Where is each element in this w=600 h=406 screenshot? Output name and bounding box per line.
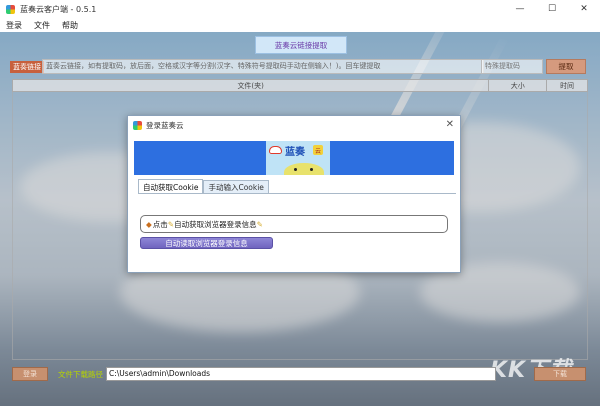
download-button[interactable]: 下载	[534, 367, 586, 381]
login-dialog: 登录蓝奏云 ✕ 蓝奏 云 自动获取Cookie 手动输入Cookie ◆ 点击 …	[127, 115, 461, 273]
dialog-tabs: 自动获取Cookie 手动输入Cookie	[138, 179, 269, 194]
column-header-time[interactable]: 时间	[547, 80, 587, 91]
tab-manual-cookie[interactable]: 手动输入Cookie	[203, 180, 269, 194]
minimize-icon[interactable]: —	[504, 0, 536, 18]
dialog-app-icon	[133, 120, 142, 130]
info-text-detail: 自动获取浏览器登录信息	[174, 219, 257, 229]
app-icon	[6, 4, 15, 14]
window-controls: — ☐ ✕	[504, 0, 600, 18]
mascot-eye-icon	[310, 168, 313, 171]
login-label: 登录	[23, 370, 37, 378]
tab-link-extract[interactable]: 蓝奏云链接提取	[255, 36, 347, 54]
bottom-bar: 登录 文件下载路径 C:\Users\admin\Downloads 下载	[12, 367, 588, 381]
mascot-icon	[284, 163, 324, 175]
download-path-label: 文件下载路径	[58, 370, 103, 379]
banner-logo-text: 蓝奏	[285, 147, 305, 158]
menu-item-help[interactable]: 帮助	[62, 20, 78, 31]
cloud-logo-icon	[269, 146, 282, 154]
download-path-input[interactable]: C:\Users\admin\Downloads	[106, 367, 496, 381]
info-text-click: 点击	[152, 219, 168, 229]
menu-item-login[interactable]: 登录	[6, 20, 22, 31]
dialog-title-bar: 登录蓝奏云 ✕	[128, 116, 460, 134]
mascot-eye-icon	[294, 168, 297, 171]
banner-logo-badge: 云	[313, 145, 323, 155]
code-input[interactable]: 特殊提取码	[481, 59, 543, 74]
dialog-close-icon[interactable]: ✕	[446, 119, 454, 130]
column-header-file[interactable]: 文件(夹)	[13, 80, 490, 91]
diamond-icon: ◆	[146, 219, 152, 229]
dialog-title: 登录蓝奏云	[146, 120, 184, 130]
link-label: 蓝奏链接	[10, 61, 44, 73]
column-header-size[interactable]: 大小	[489, 80, 548, 91]
window-title: 蓝奏云客户端 - 0.5.1	[20, 4, 97, 14]
menu-item-file[interactable]: 文件	[34, 20, 50, 31]
close-icon[interactable]: ✕	[568, 0, 600, 18]
title-bar: 蓝奏云客户端 - 0.5.1 — ☐ ✕	[0, 0, 600, 18]
link-toolbar: 蓝奏链接 蓝奏云链接，如有提取码，放后面，空格或汉字等分割(汉字、特殊符号提取码…	[8, 59, 592, 74]
login-button[interactable]: 登录	[12, 367, 48, 381]
fetch-button[interactable]: 提取	[546, 59, 586, 74]
maximize-icon[interactable]: ☐	[536, 0, 568, 18]
file-table-header: 文件(夹) 大小 时间	[12, 79, 588, 92]
auto-read-browser-button[interactable]: 自动读取浏览器登录信息	[140, 237, 273, 249]
info-message: ◆ 点击 ✎ 自动获取浏览器登录信息 ✎	[140, 215, 448, 233]
tab-auto-cookie[interactable]: 自动获取Cookie	[138, 179, 204, 194]
link-input[interactable]: 蓝奏云链接，如有提取码，放后面，空格或汉字等分割(汉字、特殊符号提取码手动在侧输…	[42, 59, 484, 74]
pointer-icon: ✎	[256, 219, 263, 229]
dialog-banner: 蓝奏 云	[134, 141, 454, 175]
menu-bar: 登录 文件 帮助	[0, 18, 600, 32]
